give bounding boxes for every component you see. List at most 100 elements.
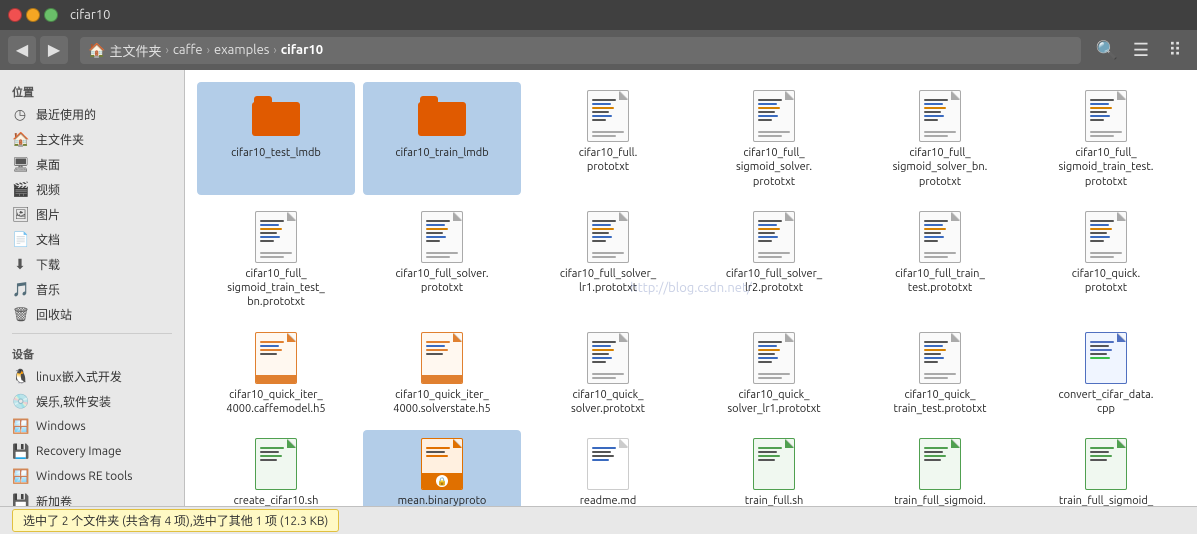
status-text: 选中了 2 个文件夹 (共含有 4 项),选中了其他 1 项 (12.3 KB) <box>12 509 339 532</box>
file-icon-cifar10_train_lmdb <box>418 88 466 144</box>
file-item-cifar10_test_lmdb[interactable]: cifar10_test_lmdb <box>197 82 355 195</box>
sidebar-item-recovery[interactable]: 💾 Recovery Image <box>0 439 184 464</box>
grid-button[interactable]: ⠿ <box>1161 36 1189 64</box>
file-item-train_full_sigmoid_bn[interactable]: train_full_sigmoid_ bn.sh <box>1027 430 1185 506</box>
sidebar-item-new-vol[interactable]: 💾 新加卷 <box>0 489 184 506</box>
breadcrumb-examples[interactable]: examples <box>214 43 269 57</box>
sidebar-item-docs[interactable]: 📄 文档 <box>0 227 184 252</box>
file-label-cifar10_quick_solver: cifar10_quick_ solver.prototxt <box>558 388 658 417</box>
file-icon-cifar10_quick_solver_lr1 <box>750 330 798 386</box>
windows-re-icon: 🪟 <box>12 468 28 485</box>
breadcrumb-home[interactable]: 🏠 主文件夹 <box>88 41 161 60</box>
file-item-cifar10_full_sigmoid_train_test_bn[interactable]: cifar10_full_ sigmoid_train_test_ bn.pro… <box>197 203 355 316</box>
file-label-cifar10_full_train_test: cifar10_full_train_ test.prototxt <box>890 267 990 296</box>
sidebar-item-video[interactable]: 🎬 视频 <box>0 177 184 202</box>
file-item-cifar10_full_solver_lr1[interactable]: cifar10_full_solver_ lr1.prototxt <box>529 203 687 316</box>
file-item-train_full[interactable]: train_full.sh <box>695 430 853 506</box>
new-vol-icon: 💾 <box>12 493 28 506</box>
sidebar-entertainment-label: 娱乐,软件安装 <box>36 393 111 410</box>
search-button[interactable]: 🔍 <box>1093 36 1121 64</box>
file-item-cifar10_full_train_test[interactable]: cifar10_full_train_ test.prototxt <box>861 203 1019 316</box>
file-item-cifar10_full_solver_lr2[interactable]: cifar10_full_solver_ lr2.prototxt <box>695 203 853 316</box>
file-item-cifar10_full_sigmoid_solver_bn[interactable]: cifar10_full_ sigmoid_solver_bn. prototx… <box>861 82 1019 195</box>
file-item-cifar10_full_sigmoid_train_test[interactable]: cifar10_full_ sigmoid_train_test. protot… <box>1027 82 1185 195</box>
file-item-cifar10_full_prototxt[interactable]: cifar10_full. prototxt <box>529 82 687 195</box>
file-icon-create_cifar10 <box>252 436 300 492</box>
file-icon-cifar10_full_sigmoid_solver <box>750 88 798 144</box>
file-label-readme: readme.md <box>580 494 637 506</box>
file-icon-cifar10_test_lmdb <box>252 88 300 144</box>
maximize-button[interactable] <box>44 8 58 22</box>
forward-button[interactable]: ▶ <box>40 36 68 64</box>
titlebar: cifar10 <box>0 0 1197 30</box>
file-item-train_full_sigmoid[interactable]: train_full_sigmoid. sh <box>861 430 1019 506</box>
sidebar-music-label: 音乐 <box>36 281 60 298</box>
sidebar-new-vol-label: 新加卷 <box>36 493 72 506</box>
file-item-cifar10_quick_iter_4000_solverstate[interactable]: cifar10_quick_iter_ 4000.solverstate.h5 <box>363 324 521 423</box>
file-label-convert_cifar_data: convert_cifar_data. cpp <box>1056 388 1156 417</box>
sidebar-desktop-label: 桌面 <box>36 156 60 173</box>
breadcrumb-home-label: 主文件夹 <box>109 41 161 60</box>
file-area: http://blog.csdn.net/ cifar10_test_lmdb … <box>185 70 1197 506</box>
file-icon-cifar10_quick_solver <box>584 330 632 386</box>
sidebar-item-windows-re[interactable]: 🪟 Windows RE tools <box>0 464 184 489</box>
sidebar-item-linux-embedded[interactable]: 🐧 linux嵌入式开发 <box>0 364 184 389</box>
file-item-cifar10_quick_train_test[interactable]: cifar10_quick_ train_test.prototxt <box>861 324 1019 423</box>
downloads-icon: ⬇ <box>12 256 28 273</box>
sidebar-item-desktop[interactable]: 🖥 桌面 <box>0 152 184 177</box>
linux-icon: 🐧 <box>12 368 28 385</box>
minimize-button[interactable] <box>26 8 40 22</box>
file-grid: cifar10_test_lmdb cifar10_train_lmdb cif… <box>197 82 1185 506</box>
file-label-cifar10_full_sigmoid_solver_bn: cifar10_full_ sigmoid_solver_bn. prototx… <box>890 146 990 189</box>
breadcrumb-sep-2: › <box>207 44 210 57</box>
close-button[interactable] <box>8 8 22 22</box>
file-item-convert_cifar_data[interactable]: convert_cifar_data. cpp <box>1027 324 1185 423</box>
breadcrumb-sep-3: › <box>273 44 276 57</box>
menu-button[interactable]: ☰ <box>1127 36 1155 64</box>
file-item-readme[interactable]: readme.md <box>529 430 687 506</box>
file-icon-cifar10_full_sigmoid_train_test <box>1082 88 1130 144</box>
video-icon: 🎬 <box>12 181 28 198</box>
window-controls <box>8 8 58 22</box>
sidebar-places-title: 位置 <box>0 78 184 102</box>
file-label-cifar10_full_sigmoid_train_test_bn: cifar10_full_ sigmoid_train_test_ bn.pro… <box>226 267 326 310</box>
sidebar-video-label: 视频 <box>36 181 60 198</box>
file-icon-cifar10_quick_iter_4000_solverstate <box>418 330 466 386</box>
sidebar-item-windows[interactable]: 🪟 Windows <box>0 414 184 439</box>
file-icon-cifar10_full_prototxt <box>584 88 632 144</box>
file-label-cifar10_quick_train_test: cifar10_quick_ train_test.prototxt <box>890 388 990 417</box>
back-button[interactable]: ◀ <box>8 36 36 64</box>
sidebar-item-trash[interactable]: 🗑 回收站 <box>0 302 184 327</box>
sidebar-item-recent[interactable]: ◷ 最近使用的 <box>0 102 184 127</box>
file-item-create_cifar10[interactable]: create_cifar10.sh <box>197 430 355 506</box>
sidebar-item-entertainment[interactable]: 💿 娱乐,软件安装 <box>0 389 184 414</box>
sidebar-item-downloads[interactable]: ⬇ 下载 <box>0 252 184 277</box>
file-label-cifar10_full_sigmoid_train_test: cifar10_full_ sigmoid_train_test. protot… <box>1056 146 1156 189</box>
sidebar-docs-label: 文档 <box>36 231 60 248</box>
file-item-cifar10_quick_solver_lr1[interactable]: cifar10_quick_ solver_lr1.prototxt <box>695 324 853 423</box>
file-item-cifar10_train_lmdb[interactable]: cifar10_train_lmdb <box>363 82 521 195</box>
file-item-cifar10_quick[interactable]: cifar10_quick. prototxt <box>1027 203 1185 316</box>
file-item-cifar10_full_sigmoid_solver[interactable]: cifar10_full_ sigmoid_solver. prototxt <box>695 82 853 195</box>
sidebar-item-music[interactable]: 🎵 音乐 <box>0 277 184 302</box>
sidebar-item-home[interactable]: 🏠 主文件夹 <box>0 127 184 152</box>
file-label-cifar10_full_solver_lr2: cifar10_full_solver_ lr2.prototxt <box>724 267 824 296</box>
file-icon-cifar10_full_solver_lr2 <box>750 209 798 265</box>
sidebar-item-pictures[interactable]: 🖼 图片 <box>0 202 184 227</box>
file-item-cifar10_quick_iter_4000_caffemodel[interactable]: cifar10_quick_iter_ 4000.caffemodel.h5 <box>197 324 355 423</box>
music-icon: 🎵 <box>12 281 28 298</box>
breadcrumb-caffe[interactable]: caffe <box>173 43 203 57</box>
sidebar-devices-title: 设备 <box>0 340 184 364</box>
file-label-create_cifar10: create_cifar10.sh <box>234 494 319 506</box>
file-item-cifar10_quick_solver[interactable]: cifar10_quick_ solver.prototxt <box>529 324 687 423</box>
file-icon-cifar10_full_train_test <box>916 209 964 265</box>
file-icon-train_full_sigmoid_bn <box>1082 436 1130 492</box>
file-item-mean_binaryproto[interactable]: 🔒 mean.binaryproto <box>363 430 521 506</box>
file-icon-convert_cifar_data <box>1082 330 1130 386</box>
breadcrumb-sep-1: › <box>165 44 168 57</box>
toolbar: ◀ ▶ 🏠 主文件夹 › caffe › examples › cifar10 … <box>0 30 1197 70</box>
file-label-train_full_sigmoid: train_full_sigmoid. sh <box>890 494 990 506</box>
recent-icon: ◷ <box>12 106 28 123</box>
breadcrumb-cifar10[interactable]: cifar10 <box>281 43 323 57</box>
file-item-cifar10_full_solver[interactable]: cifar10_full_solver. prototxt <box>363 203 521 316</box>
